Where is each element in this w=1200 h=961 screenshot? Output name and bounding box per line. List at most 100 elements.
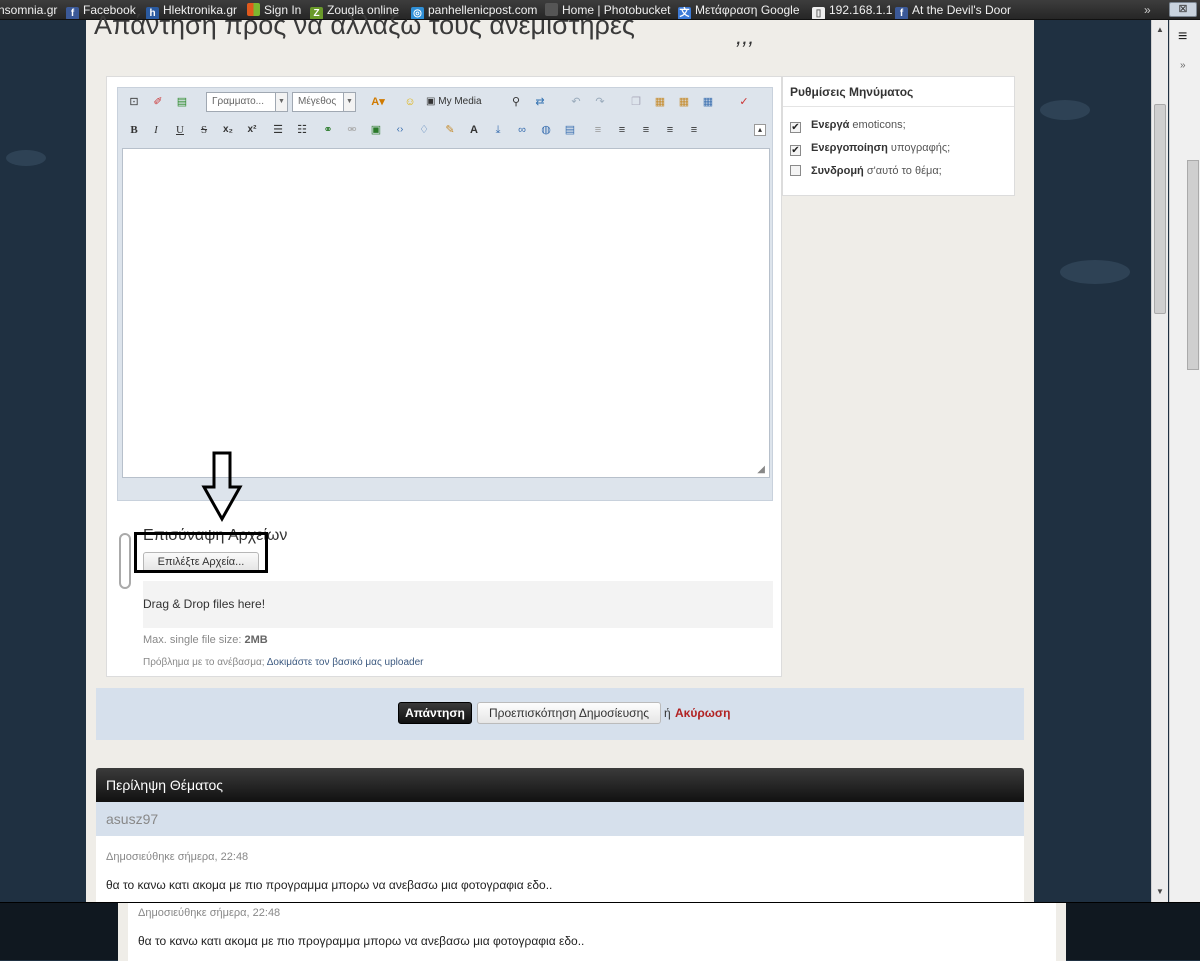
link-icon[interactable]: ⚭ — [320, 122, 336, 138]
align-right-icon[interactable]: ≡ — [686, 122, 702, 138]
image-icon[interactable]: ▣ — [368, 122, 384, 138]
background-cloud — [1040, 100, 1090, 120]
italic-icon[interactable]: I — [148, 122, 164, 138]
chevron-down-icon: ▼ — [275, 93, 287, 111]
bookmark-devils-door[interactable]: f At the Devil's Door — [895, 0, 1011, 19]
copy-icon[interactable]: ❐ — [628, 94, 644, 110]
emoticons-checkbox[interactable]: ✔ — [790, 122, 801, 133]
cancel-link[interactable]: Ακύρωση — [675, 706, 730, 720]
eraser-icon[interactable]: ✐ — [150, 94, 166, 110]
post-body: Δημοσιεύθηκε σήμερα, 22:48 θα το κανω κα… — [128, 903, 1056, 961]
max-file-size: Max. single file size: 2MB — [143, 634, 268, 646]
annotation-highlight-box — [134, 532, 268, 573]
message-textarea[interactable]: ◢ — [122, 148, 770, 478]
code-icon[interactable]: ‹› — [392, 122, 408, 138]
paste-word-icon[interactable]: ▦ — [700, 94, 716, 110]
strike-icon[interactable]: S — [196, 122, 212, 138]
post-timestamp: Δημοσιεύθηκε σήμερα, 22:48 — [138, 907, 281, 919]
option-label: υπογραφής; — [887, 142, 951, 154]
bookmarks-more-chevron-icon[interactable]: » — [1144, 0, 1151, 19]
reply-button[interactable]: Απάντηση — [398, 702, 472, 724]
bookmark-label: Μετάφραση Google — [695, 3, 800, 17]
post-timestamp: Δημοσιεύθηκε σήμερα, 22:48 — [106, 851, 249, 863]
post-author[interactable]: asusz97 — [96, 802, 1024, 836]
bookmark-nsomnia[interactable]: nsomnia.gr — [0, 0, 58, 19]
size-select[interactable]: Μέγεθος ▼ — [292, 92, 356, 112]
hyperlink-icon[interactable]: ∞ — [514, 122, 530, 138]
options-title: Ρυθμίσεις Μηνύματος — [783, 77, 1014, 107]
collapse-toolbar-icon[interactable]: ▴ — [754, 124, 766, 136]
vertical-scrollbar[interactable]: ▲ ▼ — [1151, 20, 1168, 902]
font-size-icon[interactable]: A — [466, 122, 482, 138]
upload-problem-text: Πρόβλημα με το ανέβασμα; Δοκιμάστε τον β… — [143, 657, 423, 668]
indent-icon[interactable]: ≡ — [590, 122, 606, 138]
signature-checkbox[interactable]: ✔ — [790, 145, 801, 156]
bold-icon[interactable]: B — [126, 122, 142, 138]
bookmark-router[interactable]: ▯ 192.168.1.1 — [812, 0, 892, 19]
superscript-icon[interactable]: x² — [244, 122, 260, 138]
annotation-down-arrow-icon — [201, 451, 243, 523]
globe-icon[interactable]: ◍ — [538, 122, 554, 138]
spellcheck-icon[interactable]: ✓ — [736, 94, 752, 110]
post-text: θα το κανω κατι ακομα με πιο προγραμμα μ… — [138, 934, 585, 948]
drop-zone-text: Drag & Drop files here! — [143, 597, 266, 611]
facebook-icon: f — [66, 7, 79, 19]
scroll-up-icon[interactable]: ▲ — [1152, 22, 1168, 38]
close-window-icon[interactable]: ⊠ — [1169, 2, 1197, 17]
align-left-icon[interactable]: ≡ — [638, 122, 654, 138]
thread-summary-header: Περίληψη Θέματος — [96, 768, 1024, 802]
bookmark-google-translate[interactable]: 文 Μετάφραση Google — [678, 0, 800, 19]
paste-icon[interactable]: ▦ — [652, 94, 668, 110]
menu-icon[interactable]: ≡ — [1178, 28, 1187, 46]
font-color-icon[interactable]: A▾ — [370, 94, 386, 110]
sidebar-more-chevron-icon[interactable]: » — [1180, 60, 1186, 71]
option-emoticons[interactable]: ✔ Ενεργά emoticons; — [790, 119, 906, 133]
flash-icon[interactable]: ▤ — [562, 122, 578, 138]
highlight-icon[interactable]: ✎ — [442, 122, 458, 138]
resize-grip-icon[interactable]: ◢ — [757, 464, 765, 475]
size-select-value: Μέγεθος — [298, 96, 337, 107]
reply-form: ⊡ ✐ ▤ Γραμματο... ▼ Μέγεθος ▼ A▾ ☺ ▣ My Me… — [106, 76, 782, 677]
facebook-icon: f — [895, 7, 908, 19]
subscribe-checkbox[interactable] — [790, 165, 801, 176]
quote-icon[interactable]: ♢ — [416, 122, 432, 138]
table-icon[interactable]: ▤ — [174, 94, 190, 110]
sidebar-scroll-thumb[interactable] — [1187, 160, 1199, 370]
option-subscribe[interactable]: Συνδρομή σ'αυτό το θέμα; — [790, 165, 942, 177]
scroll-thumb[interactable] — [1154, 104, 1166, 314]
upload-problem-label: Πρόβλημα με το ανέβασμα; — [143, 657, 267, 668]
my-media-button[interactable]: ▣ My Media — [426, 94, 490, 110]
redo-icon[interactable]: ↷ — [592, 94, 608, 110]
drop-zone[interactable]: Drag & Drop files here! — [143, 581, 773, 628]
source-icon[interactable]: ⊡ — [126, 94, 142, 110]
preview-button[interactable]: Προεπισκόπηση Δημοσίευσης — [477, 702, 661, 724]
background-window-content: Δημοσιεύθηκε σήμερα, 22:48 θα το κανω κα… — [118, 903, 1066, 961]
download-icon[interactable]: ⤓ — [490, 122, 506, 138]
smiley-icon[interactable]: ☺ — [402, 94, 418, 110]
option-signature[interactable]: ✔ Ενεργοποίηση υπογραφής; — [790, 142, 950, 156]
font-select[interactable]: Γραμματο... ▼ — [206, 92, 288, 112]
option-label-bold: Συνδρομή — [811, 165, 864, 177]
replace-icon[interactable]: ⇄ — [532, 94, 548, 110]
or-text: ή — [664, 706, 671, 720]
page-content: Απάντηση προς να αλλάξω τους ανεμιστήρες… — [86, 10, 1034, 902]
post-body: Δημοσιεύθηκε σήμερα, 22:48 θα το κανω κα… — [96, 836, 1024, 902]
outdent-icon[interactable]: ≡ — [614, 122, 630, 138]
action-bar: Απάντηση Προεπισκόπηση Δημοσίευσης ή Ακύ… — [96, 688, 1024, 740]
title-decoration: ,,, — [736, 24, 755, 49]
option-label: emoticons; — [849, 119, 906, 131]
paperclip-icon — [119, 533, 131, 589]
underline-icon[interactable]: U — [172, 122, 188, 138]
align-center-icon[interactable]: ≡ — [662, 122, 678, 138]
undo-icon[interactable]: ↶ — [568, 94, 584, 110]
find-icon[interactable]: ⚲ — [508, 94, 524, 110]
numbered-list-icon[interactable]: ☷ — [294, 122, 310, 138]
subscript-icon[interactable]: x₂ — [220, 122, 236, 138]
bullet-list-icon[interactable]: ☰ — [270, 122, 286, 138]
rich-text-editor: ⊡ ✐ ▤ Γραμματο... ▼ Μέγεθος ▼ A▾ ☺ ▣ My Me… — [117, 87, 773, 501]
bookmark-label: nsomnia.gr — [0, 3, 58, 17]
basic-uploader-link[interactable]: Δοκιμάστε τον βασικό μας uploader — [267, 657, 424, 668]
unlink-icon[interactable]: ⚮ — [344, 122, 360, 138]
paste-text-icon[interactable]: ▦ — [676, 94, 692, 110]
scroll-down-icon[interactable]: ▼ — [1152, 884, 1168, 900]
